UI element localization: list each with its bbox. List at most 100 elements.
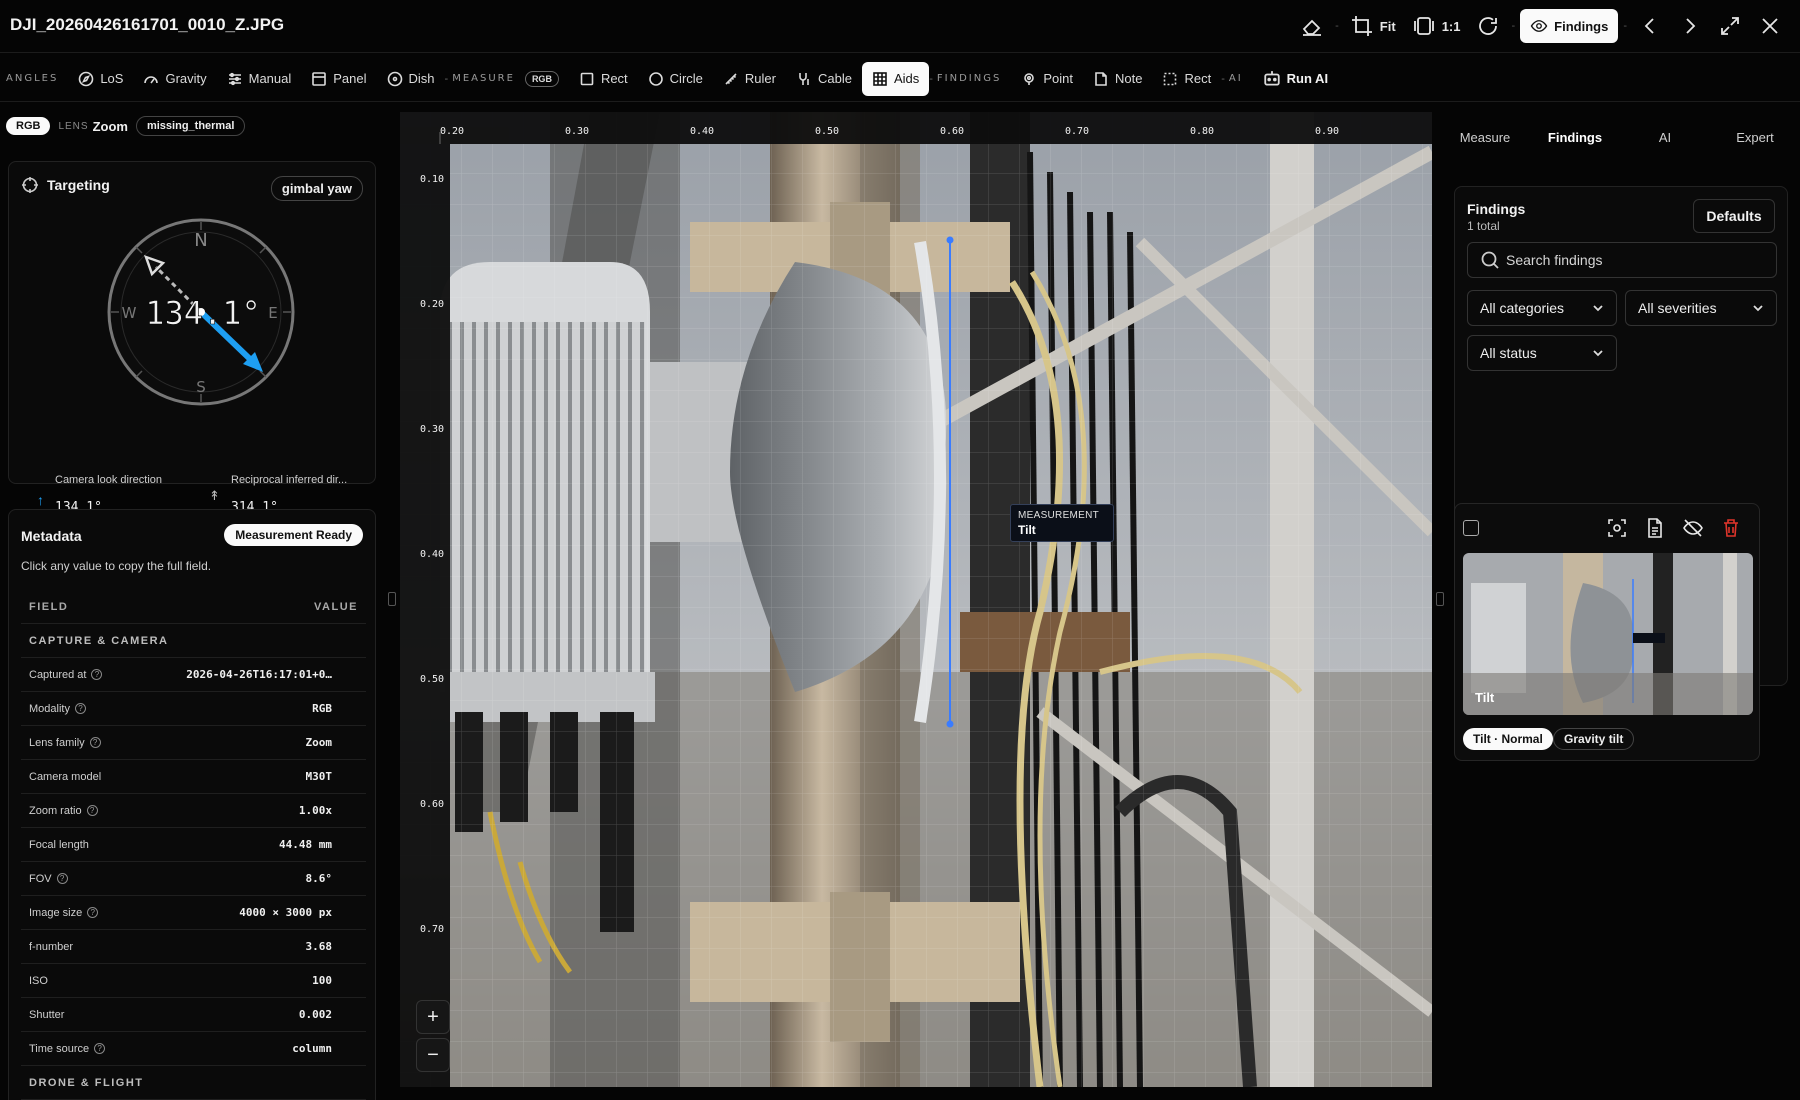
note-icon — [1095, 71, 1107, 86]
finding-thumbnail[interactable]: Tilt — [1463, 553, 1753, 715]
one-to-one-button[interactable]: 1:1 — [1406, 9, 1467, 43]
tool-los[interactable]: LoS — [68, 62, 133, 96]
help-icon[interactable]: ? — [94, 1043, 106, 1054]
metadata-row[interactable]: Modality? RGB — [21, 692, 366, 726]
metadata-value[interactable]: 8.6° — [306, 872, 359, 885]
metadata-row[interactable]: Zoom ratio? 1.00x — [21, 794, 366, 828]
left-splitter-handle[interactable] — [388, 592, 396, 606]
tool-circle[interactable]: Circle — [638, 62, 713, 96]
zoom-in-button[interactable]: + — [416, 1000, 450, 1034]
metadata-value[interactable]: RGB — [312, 702, 358, 715]
lens-value[interactable]: Zoom — [93, 119, 128, 134]
tab-measure[interactable]: Measure — [1440, 120, 1530, 155]
category-select-value: All categories — [1480, 300, 1565, 316]
metadata-key: Modality? — [29, 703, 86, 715]
metadata-row[interactable]: Lens family? Zoom — [21, 726, 366, 760]
modality-chip[interactable]: RGB — [6, 117, 51, 135]
category-select[interactable]: All categories — [1467, 290, 1617, 326]
tool-note[interactable]: Note — [1083, 62, 1152, 96]
measure-mode-badge: RGB — [524, 70, 559, 87]
metadata-value[interactable]: 4000 × 3000 px — [239, 906, 358, 919]
metadata-value[interactable]: 3.68 — [306, 940, 359, 953]
zoom-out-button[interactable]: − — [416, 1038, 450, 1072]
metadata-row[interactable]: f-number 3.68 — [21, 930, 366, 964]
reciprocal-label: Reciprocal inferred dir... — [231, 474, 348, 486]
tool-point[interactable]: Point — [1011, 62, 1083, 96]
reset-button[interactable] — [1470, 9, 1506, 43]
metadata-row[interactable]: Shutter 0.002 — [21, 998, 366, 1032]
metadata-row[interactable]: Focal length 44.48 mm — [21, 828, 366, 862]
metadata-value[interactable]: 1.00x — [299, 804, 358, 817]
ruler-x-tick: 0.30 — [565, 126, 590, 137]
finding-select-checkbox[interactable] — [1463, 520, 1479, 536]
tool-finding-rect[interactable]: Rect — [1152, 62, 1221, 96]
defaults-button[interactable]: Defaults — [1693, 199, 1775, 233]
measurement-ready-badge: Measurement Ready — [224, 524, 363, 546]
metadata-value[interactable]: 0.002 — [299, 1008, 358, 1021]
search-input[interactable] — [1506, 252, 1766, 268]
finding-item[interactable]: Tilt Tilt · Normal Gravity tilt — [1454, 503, 1760, 761]
run-ai-button[interactable]: Run AI — [1253, 62, 1338, 96]
metadata-key-label: Shutter — [29, 1008, 65, 1021]
frame-icon — [1413, 17, 1434, 35]
metadata-value[interactable]: 2026-04-26T16:17:01+0… — [186, 668, 358, 681]
tab-expert[interactable]: Expert — [1710, 120, 1800, 155]
circle-icon — [648, 71, 663, 86]
help-icon[interactable]: ? — [86, 805, 98, 816]
tool-label: Cable — [817, 71, 852, 86]
help-icon[interactable]: ? — [91, 669, 103, 680]
ruler-y-tick: 0.10 — [420, 174, 445, 185]
tool-cable[interactable]: Cable — [786, 62, 862, 96]
metadata-value[interactable]: M30T — [306, 770, 359, 783]
tool-dish[interactable]: Dish — [377, 62, 445, 96]
tool-ruler[interactable]: Ruler — [713, 62, 786, 96]
tool-rect[interactable]: Rect — [569, 62, 638, 96]
chevron-down-icon — [1593, 305, 1603, 312]
findings-search[interactable] — [1467, 242, 1777, 278]
section-capture-camera[interactable]: CAPTURE & CAMERA — [21, 624, 366, 658]
metadata-row[interactable]: Image size? 4000 × 3000 px — [21, 896, 366, 930]
file-name: DJI_20260426161701_0010_Z.JPG — [10, 15, 285, 34]
findings-toggle-button[interactable]: Findings — [1520, 9, 1619, 43]
fullscreen-button[interactable] — [1712, 9, 1748, 43]
prev-image-button[interactable] — [1632, 9, 1668, 43]
tool-aids[interactable]: Aids — [861, 61, 930, 96]
metadata-row[interactable]: Captured at? 2026-04-26T16:17:01+0… — [21, 658, 366, 692]
next-image-button[interactable] — [1672, 9, 1708, 43]
finding-report-button[interactable] — [1643, 516, 1667, 540]
metadata-value[interactable]: Zoom — [306, 736, 359, 749]
gimbal-yaw-chip[interactable]: gimbal yaw — [270, 176, 363, 201]
metadata-row[interactable]: Time source? column — [21, 1032, 366, 1066]
metadata-value[interactable]: 44.48 mm — [279, 838, 358, 851]
metadata-value[interactable]: column — [292, 1042, 358, 1055]
tool-manual[interactable]: Manual — [217, 62, 302, 96]
metadata-row[interactable]: FOV? 8.6° — [21, 862, 366, 896]
metadata-value[interactable]: 100 — [312, 974, 358, 987]
hide-finding-button[interactable] — [1681, 516, 1705, 540]
image-viewer[interactable]: 0.20 0.30 0.40 0.50 0.60 0.70 0.80 0.90 0.10 0.2… — [400, 112, 1432, 1087]
fit-label: Fit — [1379, 18, 1396, 34]
close-button[interactable] — [1752, 9, 1788, 43]
refresh-icon — [1479, 17, 1498, 35]
eraser-button[interactable] — [1294, 9, 1330, 43]
severity-select[interactable]: All severities — [1625, 290, 1777, 326]
help-icon[interactable]: ? — [89, 737, 101, 748]
help-icon[interactable]: ? — [56, 873, 68, 884]
delete-finding-button[interactable] — [1719, 516, 1743, 540]
chevron-left-icon — [1644, 18, 1654, 34]
measurement-callout[interactable]: MEASUREMENT Tilt — [1010, 504, 1114, 542]
tool-gravity[interactable]: Gravity — [133, 62, 216, 96]
metadata-row[interactable]: ISO 100 — [21, 964, 366, 998]
findings-group-label: FINDINGS — [936, 73, 1002, 84]
status-select[interactable]: All status — [1467, 335, 1617, 371]
section-drone-flight[interactable]: DRONE & FLIGHT — [21, 1066, 366, 1100]
tab-findings[interactable]: Findings — [1530, 120, 1620, 155]
help-icon[interactable]: ? — [74, 703, 86, 714]
help-icon[interactable]: ? — [87, 907, 99, 918]
expand-icon — [1721, 17, 1739, 35]
fit-button[interactable]: Fit — [1344, 9, 1402, 43]
metadata-row[interactable]: Camera model M30T — [21, 760, 366, 794]
tool-panel[interactable]: Panel — [301, 62, 376, 96]
focus-finding-button[interactable] — [1605, 516, 1629, 540]
tab-ai[interactable]: AI — [1620, 120, 1710, 155]
